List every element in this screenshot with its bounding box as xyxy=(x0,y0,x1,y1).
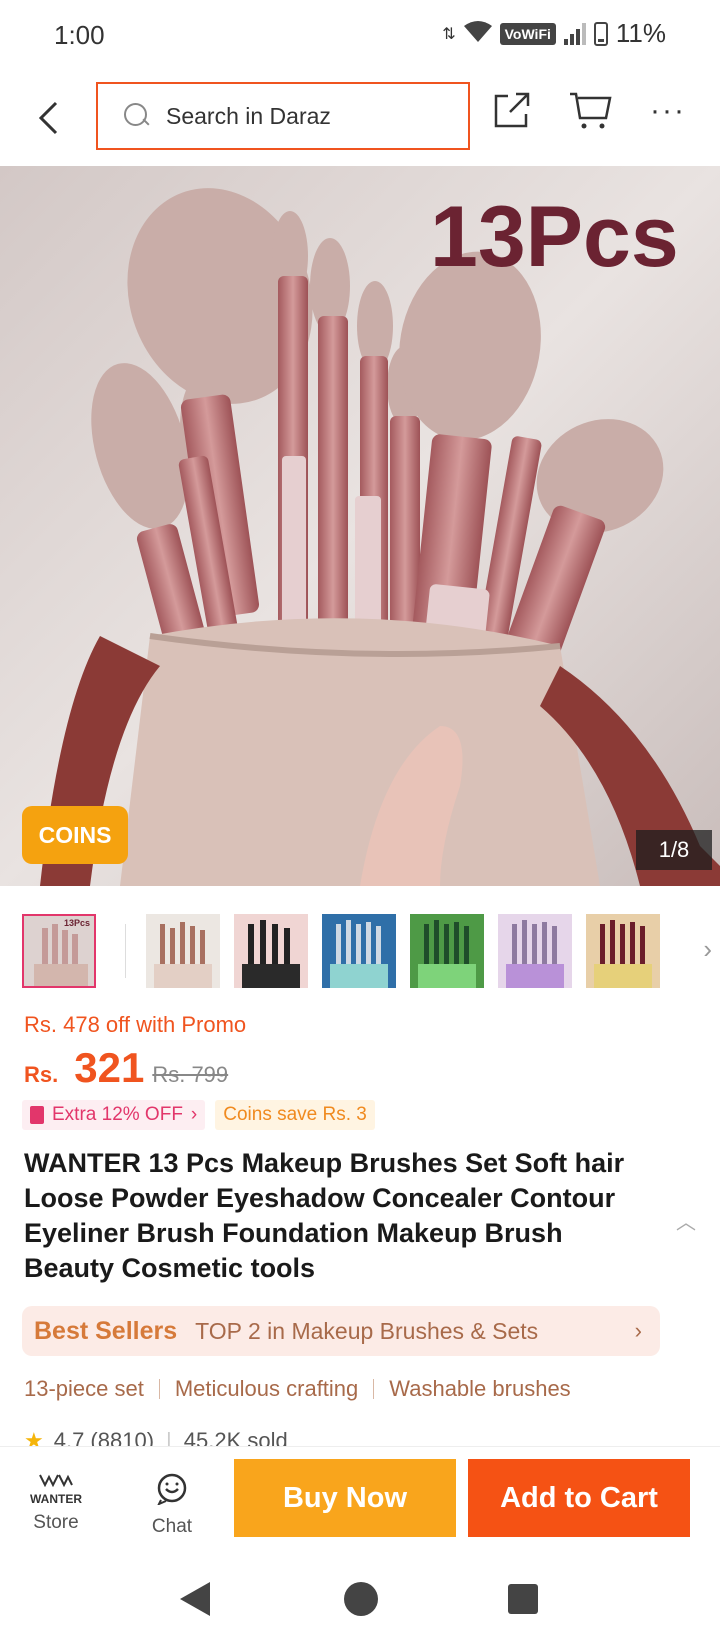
back-button[interactable] xyxy=(28,94,68,142)
chevron-up-icon[interactable]: ︿ xyxy=(676,1206,696,1235)
buy-now-button[interactable]: Buy Now xyxy=(234,1459,456,1537)
product-image-gallery[interactable]: 13Pcs xyxy=(0,166,720,886)
status-icons: ⇅ VoWiFi 11% xyxy=(442,18,666,49)
feature-tag: Washable brushes xyxy=(389,1376,571,1401)
nav-home-icon[interactable] xyxy=(344,1582,378,1616)
chevron-right-icon: › xyxy=(190,1104,198,1125)
divider xyxy=(373,1379,375,1399)
search-input[interactable]: Search in Daraz xyxy=(96,82,470,150)
thumbnail[interactable] xyxy=(322,914,396,988)
best-seller-label: Best Sellers xyxy=(34,1316,178,1345)
extra-off-label: Extra 12% OFF xyxy=(52,1104,183,1125)
chat-button[interactable]: Chat xyxy=(140,1473,204,1538)
store-button[interactable]: WANTER Store xyxy=(26,1473,86,1534)
feature-tag: 13-piece set xyxy=(24,1376,144,1401)
best-seller-rank: TOP 2 in Makeup Brushes & Sets xyxy=(195,1317,539,1344)
extra-off-chip[interactable]: Extra 12% OFF › xyxy=(22,1100,206,1130)
price-row: Rs. 321 Rs. 799 xyxy=(24,1044,228,1092)
battery-percent: 11% xyxy=(615,18,666,48)
product-image: 13Pcs xyxy=(0,166,720,886)
feature-tag: Meticulous crafting xyxy=(174,1376,359,1401)
nav-recents-icon[interactable] xyxy=(508,1584,538,1614)
best-seller-banner[interactable]: Best Sellers TOP 2 in Makeup Brushes & S… xyxy=(22,1306,660,1356)
more-dots-icon: ··· xyxy=(650,94,686,127)
wifi-icon xyxy=(463,18,492,49)
voucher-icon xyxy=(30,1106,44,1124)
battery-icon xyxy=(593,21,608,46)
data-arrows-icon: ⇅ xyxy=(442,25,456,43)
thumb-divider xyxy=(125,924,126,978)
current-price: 321 xyxy=(74,1044,145,1091)
top-header: Search in Daraz ··· xyxy=(0,72,720,164)
store-logo-icon xyxy=(26,1473,86,1492)
coins-badge: COINS xyxy=(22,806,128,864)
vowifi-badge: VoWiFi xyxy=(499,22,556,45)
thumbnail[interactable] xyxy=(146,914,220,988)
promo-text: Rs. 478 off with Promo xyxy=(24,1012,247,1037)
search-icon xyxy=(122,101,152,131)
thumbnail[interactable]: 13Pcs xyxy=(22,914,96,988)
feature-tags: 13-piece set Meticulous crafting Washabl… xyxy=(24,1376,571,1402)
cart-button[interactable] xyxy=(568,90,620,142)
more-options-button[interactable]: ··· xyxy=(650,94,702,146)
search-placeholder: Search in Daraz xyxy=(166,102,331,129)
coins-save-chip[interactable]: Coins save Rs. 3 xyxy=(215,1100,375,1130)
thumbnail[interactable] xyxy=(498,914,572,988)
product-title: WANTER 13 Pcs Makeup Brushes Set Soft ha… xyxy=(24,1148,625,1283)
chevron-left-icon xyxy=(38,101,58,135)
gallery-page-indicator: 1/8 xyxy=(636,830,712,870)
system-nav-bar xyxy=(0,1556,720,1640)
status-bar: 1:00 ⇅ VoWiFi 11% xyxy=(0,0,720,72)
chat-icon xyxy=(156,1473,187,1506)
chat-label: Chat xyxy=(151,1516,193,1537)
promo-chips: Extra 12% OFF › Coins save Rs. 3 xyxy=(22,1100,375,1130)
store-logo-text: WANTER xyxy=(30,1492,82,1506)
bottom-action-bar: WANTER Store Chat Buy Now Add to Cart xyxy=(0,1446,720,1556)
status-time: 1:00 xyxy=(54,20,105,50)
thumbnail-strip: 13Pcs › xyxy=(22,914,712,990)
cart-icon xyxy=(570,92,612,129)
divider xyxy=(158,1379,160,1399)
signal-icon xyxy=(563,22,586,45)
nav-back-icon[interactable] xyxy=(180,1582,210,1616)
thumb-overlay-text: 13Pcs xyxy=(64,918,90,928)
original-price: Rs. 799 xyxy=(152,1062,229,1087)
chevron-right-icon: › xyxy=(634,1318,642,1343)
store-label: Store xyxy=(33,1512,79,1533)
chevron-right-icon[interactable]: › xyxy=(703,934,712,965)
thumbnail[interactable] xyxy=(234,914,308,988)
add-to-cart-button[interactable]: Add to Cart xyxy=(468,1459,690,1537)
share-icon xyxy=(494,92,530,128)
thumbnail[interactable] xyxy=(410,914,484,988)
price-currency: Rs. xyxy=(24,1062,59,1087)
share-button[interactable] xyxy=(492,90,544,142)
image-overlay-text: 13Pcs xyxy=(430,189,679,285)
thumbnail[interactable] xyxy=(586,914,660,988)
